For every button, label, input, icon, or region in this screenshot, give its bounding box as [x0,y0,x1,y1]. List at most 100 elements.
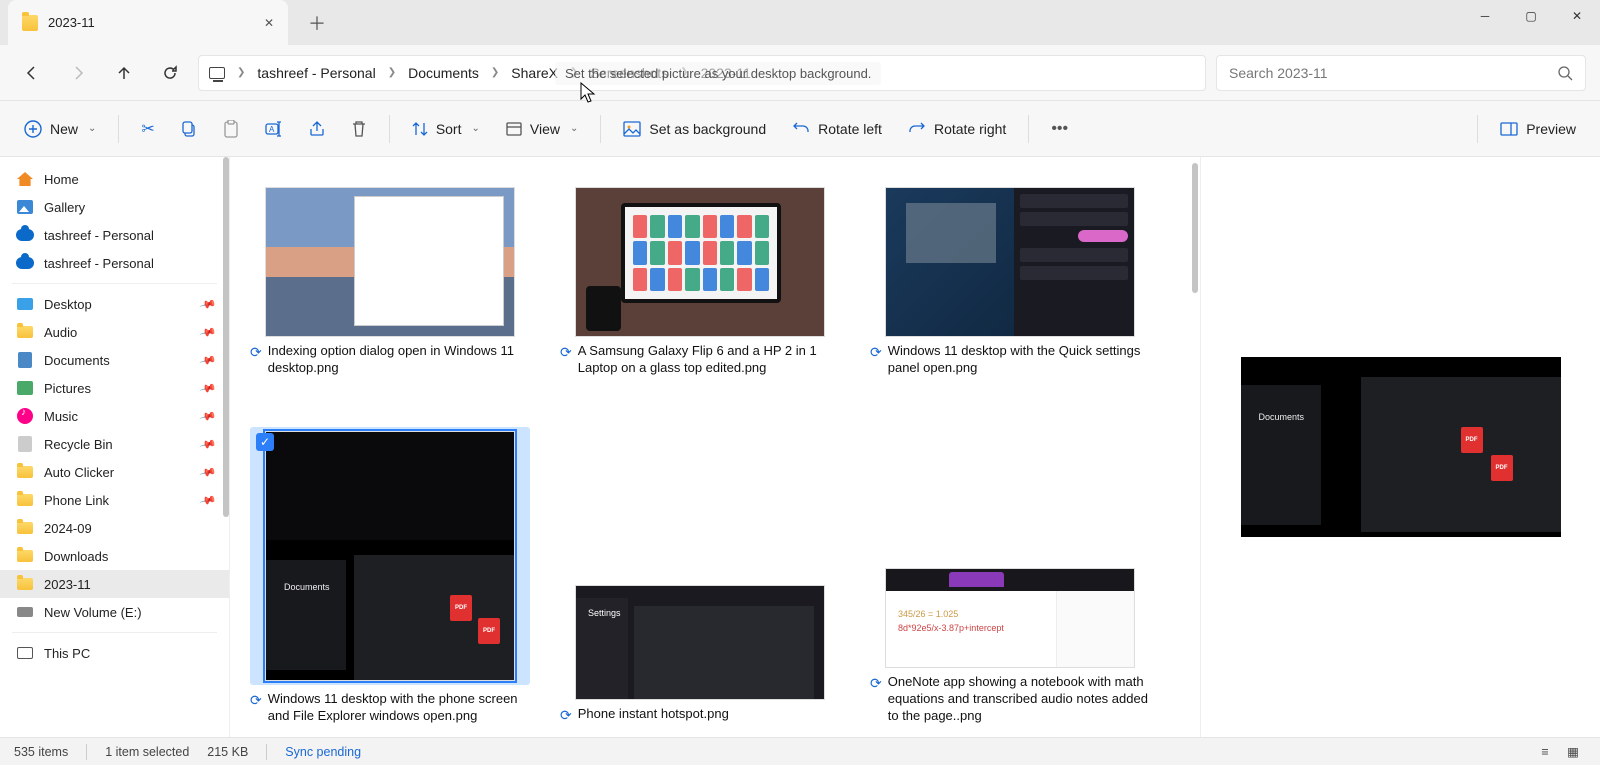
plus-circle-icon [24,120,42,138]
new-button[interactable]: New ⌄ [14,114,106,144]
refresh-button[interactable] [152,55,188,91]
cut-button[interactable]: ✂ [131,113,164,145]
file-item[interactable]: Settings ⟳Phone instant hotspot.png [560,585,840,724]
pin-icon: 📌 [199,351,217,369]
sidebar-item-autoclicker[interactable]: Auto Clicker📌 [0,458,229,486]
new-label: New [50,121,78,137]
search-input[interactable]: Search 2023-11 [1216,55,1586,91]
sidebar-item-onedrive[interactable]: tashreef - Personal [0,249,229,277]
sidebar-item-music[interactable]: Music📌 [0,402,229,430]
sidebar-item-recycle-bin[interactable]: Recycle Bin📌 [0,430,229,458]
file-item[interactable]: ⟳Windows 11 desktop with the Quick setti… [870,187,1150,377]
sidebar-item-documents[interactable]: Documents📌 [0,346,229,374]
rename-icon: A [265,121,283,137]
sidebar-item-label: 2023-11 [44,577,91,592]
file-item[interactable]: ⟳A Samsung Galaxy Flip 6 and a HP 2 in 1… [560,187,840,377]
thumbnail [265,187,515,337]
sidebar-item-label: Desktop [44,297,92,312]
status-bar: 535 items 1 item selected 215 KB Sync pe… [0,737,1600,765]
file-item-selected[interactable]: ✓ Documents PDF PDF ⟳Windows 11 desktop … [250,427,530,725]
preview-image: Documents PDF PDF [1241,357,1561,537]
rotate-right-label: Rotate right [934,121,1006,137]
sidebar-item-2023-11[interactable]: 2023-11 [0,570,229,598]
pin-icon: 📌 [199,295,217,313]
more-button[interactable]: ••• [1041,114,1078,144]
pin-icon: 📌 [199,435,217,453]
delete-button[interactable] [341,114,377,144]
sidebar-item-home[interactable]: Home [0,165,229,193]
close-window-button[interactable]: ✕ [1554,0,1600,32]
maximize-button[interactable]: ▢ [1508,0,1554,32]
sync-icon: ⟳ [870,343,882,377]
sort-icon [412,121,428,137]
breadcrumb-root[interactable]: tashreef - Personal [257,65,375,81]
rename-button[interactable]: A [255,115,293,143]
details-view-button[interactable]: ≡ [1532,742,1558,762]
close-tab-icon[interactable]: ✕ [264,16,274,30]
file-grid: ⟳Indexing option dialog open in Windows … [230,157,1200,737]
sidebar-item-this-pc[interactable]: This PC [0,639,229,667]
file-item[interactable]: 345/26 = 1.0258d*92e5/x-3.87p+intercept … [870,568,1150,725]
divider [12,632,217,633]
thumbnails-view-button[interactable]: ▦ [1560,742,1586,762]
new-tab-button[interactable]: ＋ [300,6,334,40]
divider [12,283,217,284]
sidebar-item-volume-e[interactable]: New Volume (E:) [0,598,229,626]
title-bar: 2023-11 ✕ ＋ ─ ▢ ✕ [0,0,1600,45]
paste-button[interactable] [213,114,249,144]
sidebar-item-label: tashreef - Personal [44,256,154,271]
sidebar-item-2024-09[interactable]: 2024-09 [0,514,229,542]
home-icon [17,172,33,186]
copy-button[interactable] [171,115,207,143]
sidebar-item-audio[interactable]: Audio📌 [0,318,229,346]
rotate-left-button[interactable]: Rotate left [782,115,892,143]
folder-icon [17,466,33,478]
file-name: Windows 11 desktop with the Quick settin… [888,343,1150,377]
pc-icon [209,67,225,79]
sidebar-item-label: New Volume (E:) [44,605,142,620]
share-button[interactable] [299,115,335,143]
pin-icon: 📌 [199,407,217,425]
sort-button[interactable]: Sort ⌄ [402,115,490,143]
sidebar-item-desktop[interactable]: Desktop 📌 [0,290,229,318]
set-background-button[interactable]: Set as background [613,115,776,143]
sidebar-item-label: Downloads [44,549,108,564]
divider [86,744,87,760]
rotate-left-icon [792,121,810,137]
desktop-icon [17,298,33,310]
trash-icon [351,120,367,138]
drive-icon [17,607,33,617]
preview-toggle-button[interactable]: Preview [1490,115,1586,143]
up-button[interactable] [106,55,142,91]
sidebar-item-label: Phone Link [44,493,109,508]
minimize-button[interactable]: ─ [1462,0,1508,32]
pin-icon: 📌 [199,491,217,509]
breadcrumb-sharex[interactable]: ShareX [511,65,558,81]
sidebar-item-gallery[interactable]: Gallery [0,193,229,221]
sidebar-item-label: Gallery [44,200,85,215]
sidebar-item-label: Home [44,172,79,187]
view-icon [506,122,522,136]
breadcrumb-documents[interactable]: Documents [408,65,479,81]
status-selection-size: 215 KB [207,745,248,759]
divider [1477,115,1478,143]
thumbnail: Documents PDF PDF [265,431,515,681]
checkbox-checked-icon[interactable]: ✓ [256,433,274,451]
file-item[interactable]: ⟳Indexing option dialog open in Windows … [250,187,530,377]
status-selection-count: 1 item selected [105,745,189,759]
sidebar-item-label: This PC [44,646,90,661]
sidebar-item-phonelink[interactable]: Phone Link 📌 [0,486,229,514]
thumbnail [575,187,825,337]
rotate-right-button[interactable]: Rotate right [898,115,1016,143]
back-button[interactable] [14,55,50,91]
view-button[interactable]: View ⌄ [496,115,588,143]
sidebar-item-onedrive[interactable]: tashreef - Personal [0,221,229,249]
status-sync: Sync pending [285,745,361,759]
sidebar-item-downloads[interactable]: Downloads [0,542,229,570]
pc-icon [17,647,33,659]
divider [1028,115,1029,143]
window-tab[interactable]: 2023-11 ✕ [8,0,288,45]
forward-button[interactable] [60,55,96,91]
sync-icon: ⟳ [250,343,262,377]
sidebar-item-pictures[interactable]: Pictures📌 [0,374,229,402]
